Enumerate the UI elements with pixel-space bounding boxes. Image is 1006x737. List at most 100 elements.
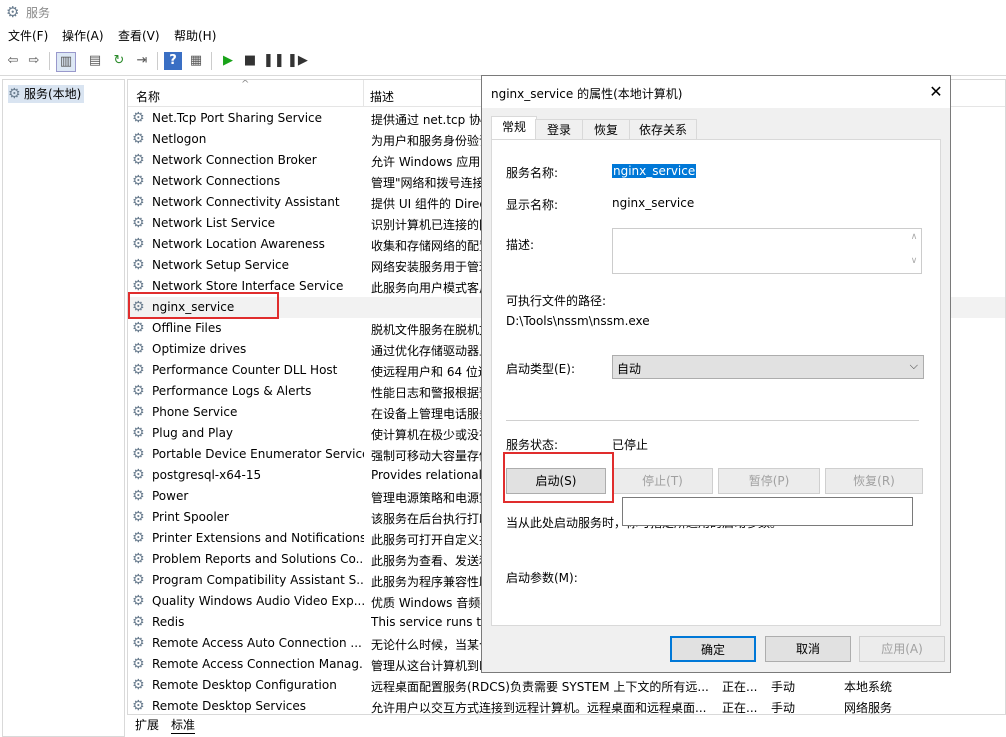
start-service-icon[interactable]: ▶ [219,52,237,70]
pause-service-icon[interactable]: ❚❚ [263,52,285,70]
table-row[interactable]: ⚙ Remote Desktop Services 允许用户以交互方式连接到远程计算… [128,696,1005,715]
service-description: 允许用户以交互方式连接到远程计算机。远程桌面和远程桌面... [371,701,707,715]
restart-service-icon[interactable]: ❚▶ [287,52,308,70]
service-gear-icon: ⚙ [132,509,145,525]
menu-view[interactable]: 查看(V) [118,27,160,44]
service-gear-icon: ⚙ [132,152,145,168]
service-gear-icon: ⚙ [132,341,145,357]
export-list-icon[interactable]: ⇥ [133,52,151,70]
service-startup-type: 手动 [771,680,796,694]
service-name: Netlogon [152,132,207,146]
service-logon: 本地系统 [844,680,893,694]
tree-pane: ⚙ 服务(本地) [2,79,125,737]
menu-file[interactable]: 文件(F) [8,27,48,44]
tree-item-services-local[interactable]: ⚙ 服务(本地) [8,85,85,103]
service-name: Network Connections [152,174,281,188]
window-title: 服务 [26,6,51,20]
description-scrollbar[interactable]: ∧ ∨ [907,229,921,273]
startup-type-select[interactable]: 自动 ⌵ [612,355,924,379]
service-gear-icon: ⚙ [132,404,145,420]
service-name: Network Connectivity Assistant [152,195,340,209]
service-gear-icon: ⚙ [132,110,145,126]
service-name: Remote Desktop Configuration [152,678,337,692]
service-gear-icon: ⚙ [132,593,145,609]
menu-help[interactable]: 帮助(H) [174,27,216,44]
service-name: Remote Access Connection Manag... [152,657,364,671]
tab-dependencies[interactable]: 依存关系 [629,119,697,140]
service-name: Portable Device Enumerator Service [152,447,364,461]
description-label: 描述: [506,238,535,252]
column-name-header[interactable]: 名称 [136,88,160,105]
tab-recovery[interactable]: 恢复 [582,119,630,140]
service-gear-icon: ⚙ [132,572,145,588]
service-gear-icon: ⚙ [132,383,145,399]
view-tabs: 扩展 标准 [127,714,1004,736]
service-gear-icon: ⚙ [132,656,145,672]
tab-standard[interactable]: 标准 [171,716,196,734]
startup-type-value: 自动 [617,362,642,376]
service-name: Phone Service [152,405,238,419]
service-name: Plug and Play [152,426,234,440]
menu-action[interactable]: 操作(A) [62,27,104,44]
apply-button[interactable]: 应用(A) [859,636,945,662]
sort-ascending-icon: ^ [241,79,250,90]
service-name: Offline Files [152,321,222,335]
service-status-value: 已停止 [612,438,649,452]
service-status: 正在... [722,701,758,715]
column-description-header[interactable]: 描述 [370,88,394,105]
properties-sheet-icon[interactable]: ▤ [86,52,104,70]
help-icon[interactable]: ? [164,52,182,70]
service-gear-icon: ⚙ [132,677,145,693]
service-gear-icon: ⚙ [132,215,145,231]
console-icon[interactable]: ▦ [187,52,205,70]
service-name: Performance Logs & Alerts [152,384,312,398]
start-params-input[interactable] [622,497,913,526]
refresh-icon[interactable]: ↻ [110,52,128,70]
highlight-box-start-button [503,452,614,503]
services-gear-icon: ⚙ [6,3,20,21]
highlight-box-nginx-row [128,292,279,319]
service-name: Performance Counter DLL Host [152,363,338,377]
service-gear-icon: ⚙ [132,320,145,336]
service-gear-icon: ⚙ [132,446,145,462]
service-name: Quality Windows Audio Video Exp... [152,594,364,608]
service-startup-type: 手动 [771,701,796,715]
service-gear-icon: ⚙ [132,173,145,189]
cancel-button[interactable]: 取消 [765,636,851,662]
service-name: Network Location Awareness [152,237,325,251]
ok-button[interactable]: 确定 [670,636,756,662]
service-description: 远程桌面配置服务(RDCS)负责需要 SYSTEM 上下文的所有远... [371,680,709,694]
forward-arrow-icon[interactable]: ⇨ [25,52,43,70]
tab-logon[interactable]: 登录 [535,119,583,140]
service-name: Remote Access Auto Connection ... [152,636,362,650]
service-name-value[interactable]: nginx_service [612,164,697,178]
service-name: Remote Desktop Services [152,699,307,713]
stop-button[interactable]: 停止(T) [612,468,713,494]
pause-button[interactable]: 暂停(P) [718,468,820,494]
services-gear-icon: ⚙ [8,86,21,102]
back-arrow-icon[interactable]: ⇦ [4,52,22,70]
exe-path-value: D:\Tools\nssm\nssm.exe [506,314,650,328]
close-icon[interactable]: ✕ [926,82,946,102]
resume-button[interactable]: 恢复(R) [825,468,923,494]
service-status: 正在... [722,680,758,694]
service-name: Network Store Interface Service [152,279,344,293]
menu-bar: 文件(F) 操作(A) 查看(V) 帮助(H) [0,24,1006,46]
description-field[interactable]: ∧ ∨ [612,228,922,274]
toolbar: ⇦ ⇨ ▥ ▤ ↻ ⇥ ? ▦ ▶ ■ ❚❚ ❚▶ [0,47,1006,76]
startup-type-label: 启动类型(E): [506,362,575,376]
service-name: Network List Service [152,216,276,230]
service-gear-icon: ⚙ [132,551,145,567]
properties-dialog: nginx_service 的属性(本地计算机) ✕ 常规 登录 恢复 依存关系… [481,75,951,673]
stop-service-icon[interactable]: ■ [241,52,259,70]
exe-path-label: 可执行文件的路径: [506,294,607,308]
service-name: Net.Tcp Port Sharing Service [152,111,323,125]
service-gear-icon: ⚙ [132,257,145,273]
table-row[interactable]: ⚙ Remote Desktop Configuration 远程桌面配置服务(RD… [128,675,1005,696]
tab-general[interactable]: 常规 [491,116,537,141]
service-gear-icon: ⚙ [132,194,145,210]
show-tree-icon[interactable]: ▥ [56,52,76,72]
tab-extended[interactable]: 扩展 [135,716,159,733]
dialog-title-bar: nginx_service 的属性(本地计算机) [482,76,950,108]
dialog-title: nginx_service 的属性(本地计算机) [491,87,683,101]
